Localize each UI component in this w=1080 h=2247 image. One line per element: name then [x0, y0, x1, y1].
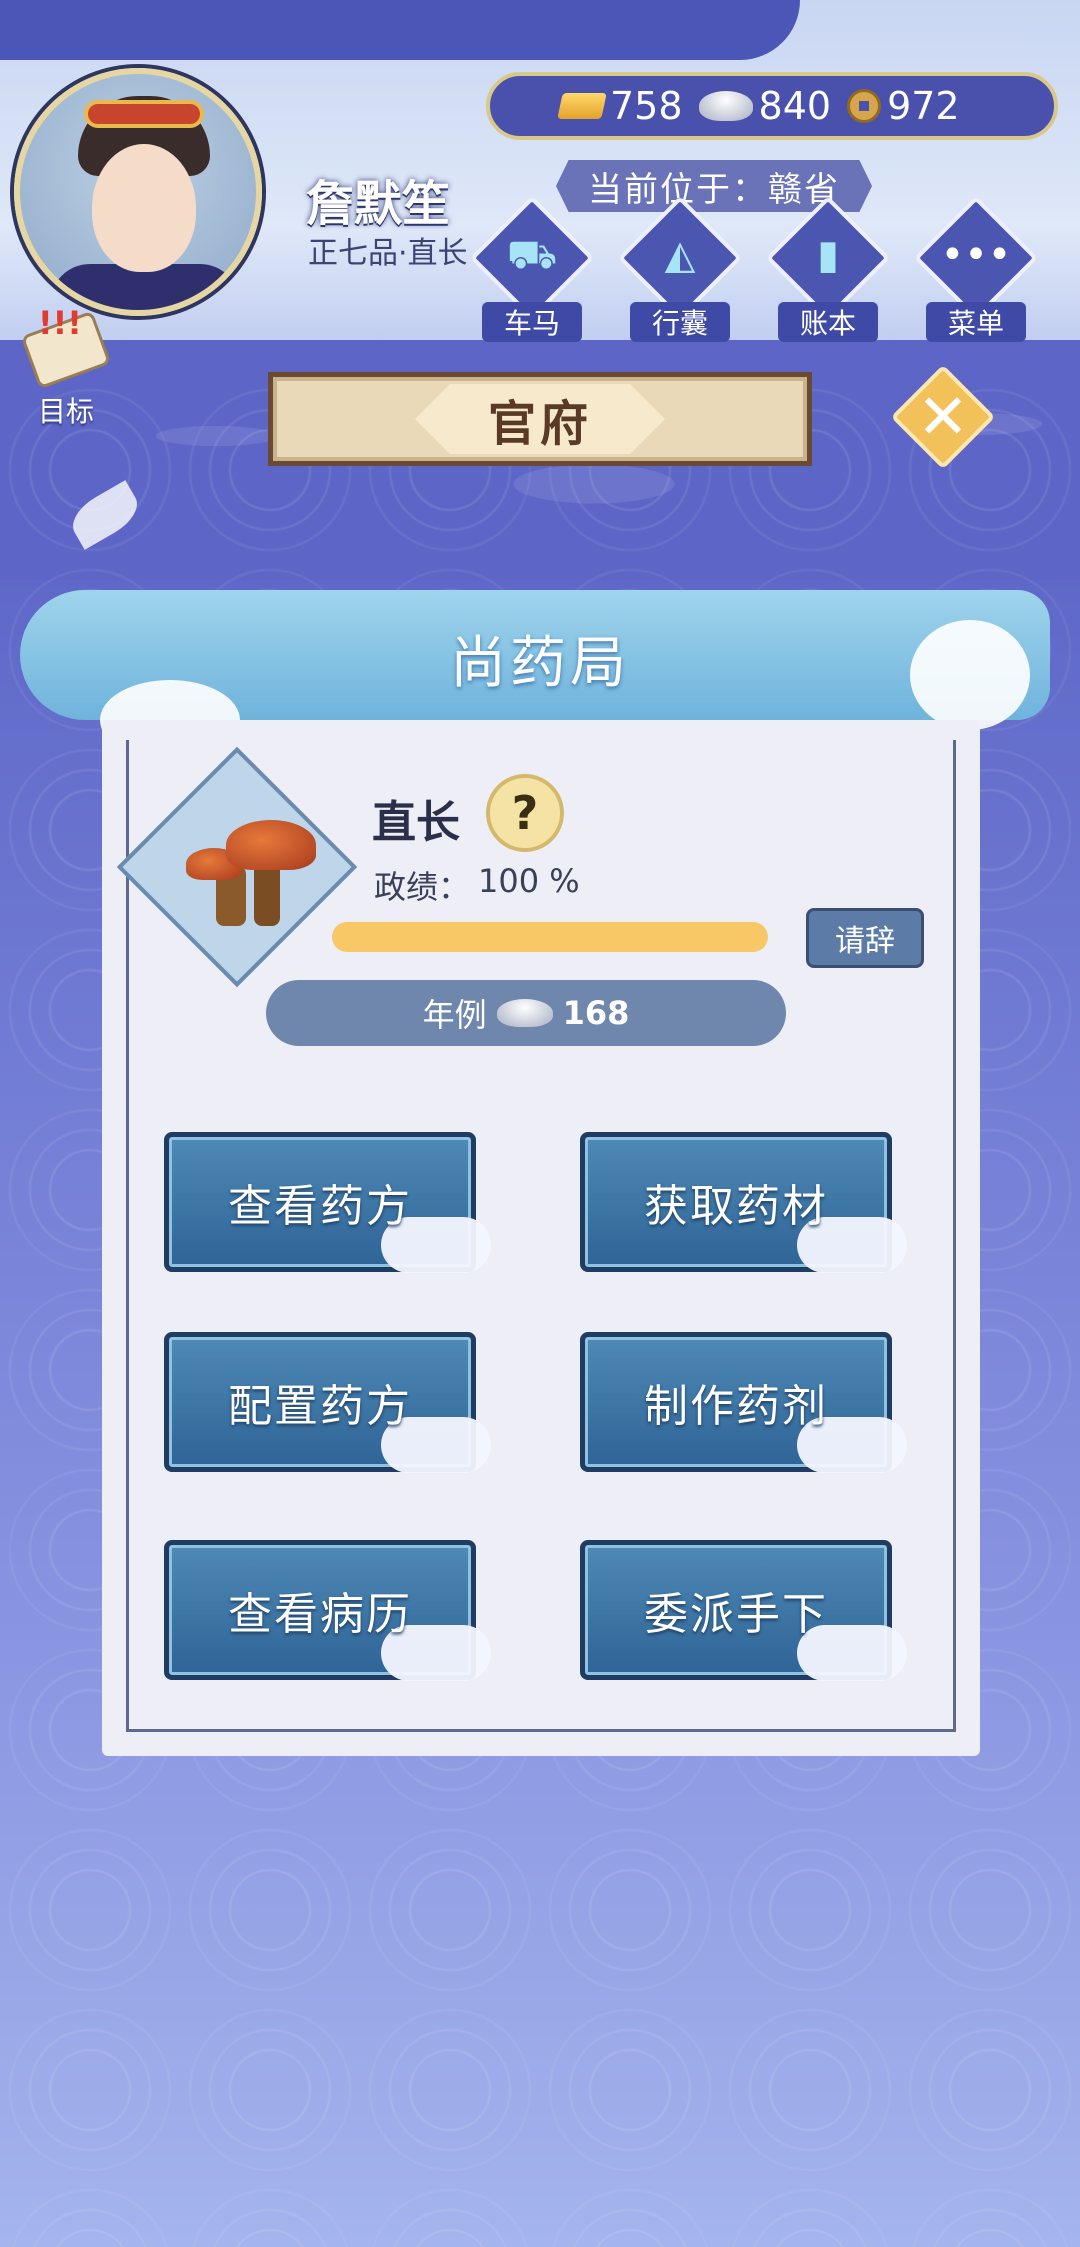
salary-label: 年例	[422, 996, 487, 1034]
ledger-button[interactable]: ▮ 账本	[765, 195, 891, 342]
player-avatar[interactable]	[14, 68, 262, 316]
view-records-button[interactable]: 查看病历	[164, 1540, 491, 1681]
make-medicine-button[interactable]: 制作药剂	[580, 1332, 907, 1473]
gather-herbs-label: 获取药材	[644, 1181, 828, 1232]
alert-icon: !!!	[38, 304, 82, 342]
merit-label: 政绩：	[374, 868, 471, 906]
assign-subordinate-label: 委派手下	[644, 1589, 828, 1640]
merit-progress-fill	[332, 922, 768, 952]
avatar-crown	[84, 100, 204, 128]
silver-amount: 840	[758, 84, 832, 128]
help-button[interactable]: ?	[486, 774, 564, 852]
assign-subordinate-button[interactable]: 委派手下	[580, 1540, 907, 1681]
merit-row: 政绩： 100 %	[374, 862, 580, 908]
compose-prescription-button[interactable]: 配置药方	[164, 1332, 491, 1473]
goal-button[interactable]: !!! 目标	[16, 304, 116, 428]
gather-herbs-button[interactable]: 获取药材	[580, 1132, 907, 1273]
copper-coin-icon	[847, 89, 882, 123]
top-band	[0, 0, 800, 60]
merit-value: 100 %	[478, 862, 580, 900]
carriage-icon: ⛟	[506, 232, 558, 278]
merit-progress-bar	[332, 922, 768, 952]
copper-amount: 972	[887, 84, 960, 128]
view-records-label: 查看病历	[228, 1589, 412, 1640]
gold-counter: 758	[557, 84, 683, 128]
bag-label: 行囊	[630, 302, 730, 342]
more-dots-icon: •••	[940, 232, 1012, 278]
copper-counter: 972	[847, 84, 960, 128]
bag-icon: ◭	[664, 232, 696, 278]
silver-ingot-icon	[698, 91, 753, 121]
carriage-label: 车马	[482, 302, 582, 342]
player-rank: 正七品·直长	[308, 236, 468, 271]
lingzhi-mushroom-icon	[186, 800, 346, 930]
gold-amount: 758	[610, 84, 683, 128]
resign-button[interactable]: 请辞	[806, 908, 924, 968]
silver-counter: 840	[698, 84, 832, 128]
currency-bar: 758 840 972	[486, 72, 1058, 140]
silver-ingot-icon	[496, 999, 553, 1027]
ledger-icon: ▮	[816, 232, 839, 278]
ledger-label: 账本	[778, 302, 878, 342]
view-prescription-label: 查看药方	[228, 1181, 412, 1232]
office-title: 官府	[415, 384, 665, 454]
menu-label: 菜单	[926, 302, 1026, 342]
close-icon: ✕	[917, 380, 969, 453]
player-name: 詹默笙	[306, 176, 451, 232]
department-title: 尚药局	[450, 631, 630, 696]
salary-bar: 年例 168	[266, 980, 786, 1046]
salary-value: 168	[562, 994, 630, 1032]
question-icon: ?	[511, 786, 539, 840]
post-title: 直长	[372, 797, 460, 848]
view-prescription-button[interactable]: 查看药方	[164, 1132, 491, 1273]
bag-button[interactable]: ◭ 行囊	[617, 195, 743, 342]
goal-label: 目标	[37, 395, 94, 428]
compose-prescription-label: 配置药方	[228, 1381, 412, 1432]
avatar-face	[92, 144, 196, 272]
menu-button[interactable]: ••• 菜单	[913, 195, 1039, 342]
office-banner: 官府	[268, 372, 812, 466]
carriage-button[interactable]: ⛟ 车马	[469, 195, 595, 342]
make-medicine-label: 制作药剂	[644, 1381, 828, 1432]
gold-bar-icon	[557, 93, 607, 119]
